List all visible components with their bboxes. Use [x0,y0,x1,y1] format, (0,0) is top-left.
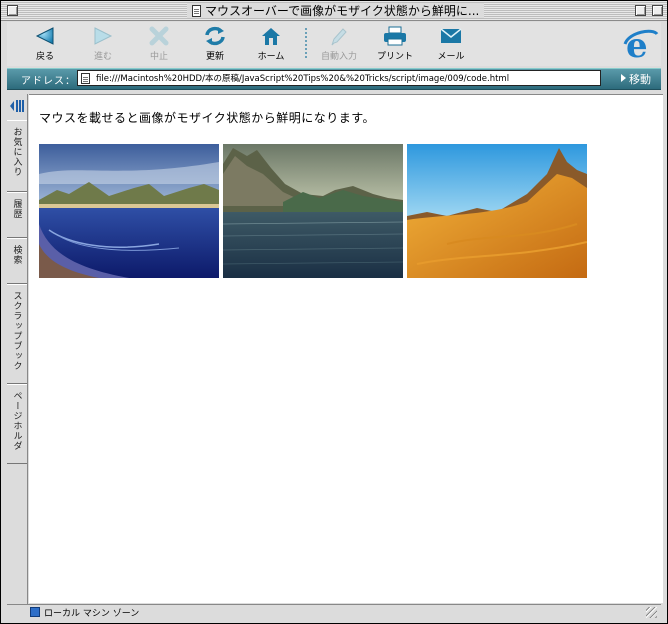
address-input[interactable] [96,73,596,83]
go-arrow-icon [621,74,626,82]
home-icon [262,28,280,45]
tab-scrapbook-label: スクラップブック [11,291,22,371]
coast-landscape-image[interactable] [39,144,219,278]
tab-favorites[interactable]: お気に入り [7,120,27,192]
stop-button[interactable]: 中止 [129,22,189,66]
forward-arrow-icon [94,27,113,45]
local-machine-zone-icon [30,607,40,617]
home-button[interactable]: ホーム [241,22,301,66]
mail-button[interactable]: メール [421,22,481,66]
window-title: マウスオーバーで画像がモザイク状態から鮮明に... [205,4,480,18]
mail-label: メール [437,52,465,62]
toolbar: 戻る 進む 中止 更新 ホーム 自動入力 プリント メール e [7,22,661,66]
title-bar[interactable]: マウスオーバーで画像がモザイク状態から鮮明に... [1,1,667,21]
print-label: プリント [376,52,413,62]
stop-x-icon [149,26,169,46]
internet-explorer-logo-icon: e [623,26,659,66]
forward-label: 進む [93,52,112,62]
back-label: 戻る [35,52,54,62]
autofill-label: 自動入力 [320,52,357,62]
refresh-label: 更新 [205,52,224,62]
ie-logo: e [623,26,659,66]
back-arrow-icon [35,27,54,45]
desert-peak-graphic [407,144,587,278]
back-button[interactable]: 戻る [15,22,75,66]
page-instruction-text: マウスを載せると画像がモザイク状態から鮮明になります。 [39,111,376,125]
address-bar: アドレス： 移動 [7,68,661,90]
go-label: 移動 [629,73,651,86]
security-zone-text: ローカル マシン ゾーン [44,609,140,619]
tab-search-label: 検索 [11,245,22,265]
print-button[interactable]: プリント [365,22,425,66]
zoom-box[interactable] [635,5,646,16]
tab-page-holder[interactable]: ページホルダ [7,384,27,464]
printer-icon [384,26,406,46]
close-box[interactable] [7,5,18,16]
explorer-sidebar: お気に入り 履歴 検索 スクラップブック ページホルダ [7,94,28,604]
coast-landscape-graphic [39,144,219,278]
page-document-icon [81,72,90,84]
address-field[interactable] [77,70,601,86]
tab-history-label: 履歴 [11,199,22,219]
tab-scrapbook[interactable]: スクラップブック [7,284,27,384]
tab-page-holder-label: ページホルダ [11,391,22,451]
tab-search[interactable]: 検索 [7,238,27,284]
toolbar-separator [305,28,307,58]
stop-label: 中止 [149,52,168,62]
home-label: ホーム [257,52,285,62]
forward-button[interactable]: 進む [73,22,133,66]
tab-history[interactable]: 履歴 [7,192,27,238]
browser-window: マウスオーバーで画像がモザイク状態から鮮明に... 戻る 進む 中止 更新 ホー… [0,0,668,624]
resize-grip-icon[interactable] [646,607,657,618]
sidebar-toggle-icon[interactable] [9,98,25,114]
refresh-icon [205,26,225,46]
collapse-box[interactable] [652,5,663,16]
status-bar: ローカル マシン ゾーン [7,604,661,620]
autofill-button[interactable]: 自動入力 [309,22,369,66]
document-icon [192,4,201,17]
tab-favorites-label: お気に入り [11,127,22,177]
page-content: マウスを載せると画像がモザイク状態から鮮明になります。 [29,94,663,603]
go-button[interactable]: 移動 [621,71,651,87]
address-label: アドレス： [21,76,76,87]
mail-envelope-icon [440,28,462,43]
refresh-button[interactable]: 更新 [185,22,245,66]
mountain-lake-graphic [223,144,403,278]
desert-peak-image[interactable] [407,144,587,278]
autofill-pen-icon [331,28,347,46]
title-center: マウスオーバーで画像がモザイク状態から鮮明に... [187,3,485,18]
mountain-lake-image[interactable] [223,144,403,278]
